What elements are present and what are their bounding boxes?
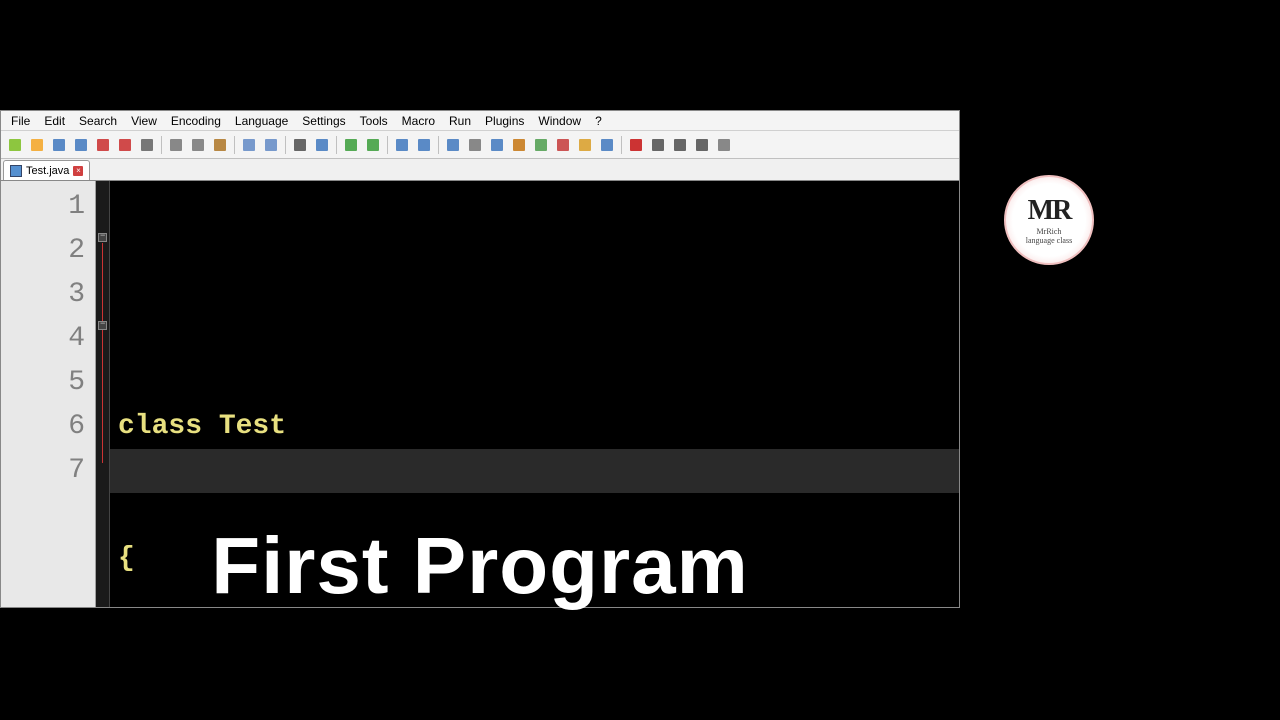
- file-icon: [10, 165, 22, 177]
- lang-icon[interactable]: [509, 135, 529, 155]
- copy-icon[interactable]: [188, 135, 208, 155]
- menubar: File Edit Search View Encoding Language …: [1, 111, 959, 131]
- play-icon[interactable]: [670, 135, 690, 155]
- save-all-icon[interactable]: [71, 135, 91, 155]
- save-macro-icon[interactable]: [714, 135, 734, 155]
- indent-guide-icon[interactable]: [487, 135, 507, 155]
- doc-map-icon[interactable]: [531, 135, 551, 155]
- menu-help[interactable]: ?: [589, 112, 608, 130]
- find-icon[interactable]: [290, 135, 310, 155]
- paste-icon[interactable]: [210, 135, 230, 155]
- new-file-icon[interactable]: [5, 135, 25, 155]
- undo-icon[interactable]: [239, 135, 259, 155]
- channel-logo: MR MrRich language class: [1004, 175, 1094, 265]
- fold-line: [102, 243, 103, 463]
- line-number: 1: [1, 185, 85, 229]
- folder-icon[interactable]: [575, 135, 595, 155]
- toolbar-separator: [387, 136, 388, 154]
- menu-plugins[interactable]: Plugins: [479, 112, 530, 130]
- menu-run[interactable]: Run: [443, 112, 477, 130]
- logo-text: MR: [1028, 195, 1071, 227]
- toolbar-separator: [161, 136, 162, 154]
- zoom-out-icon[interactable]: [363, 135, 383, 155]
- menu-language[interactable]: Language: [229, 112, 294, 130]
- line-number: 4: [1, 317, 85, 361]
- toolbar-separator: [621, 136, 622, 154]
- menu-window[interactable]: Window: [532, 112, 587, 130]
- menu-tools[interactable]: Tools: [354, 112, 394, 130]
- toolbar-separator: [234, 136, 235, 154]
- line-number: 3: [1, 273, 85, 317]
- record-icon[interactable]: [626, 135, 646, 155]
- redo-icon[interactable]: [261, 135, 281, 155]
- open-file-icon[interactable]: [27, 135, 47, 155]
- menu-macro[interactable]: Macro: [396, 112, 441, 130]
- play-multi-icon[interactable]: [692, 135, 712, 155]
- fold-toggle-icon[interactable]: [98, 321, 107, 330]
- close-icon[interactable]: [93, 135, 113, 155]
- fold-toggle-icon[interactable]: [98, 233, 107, 242]
- save-icon[interactable]: [49, 135, 69, 155]
- stop-icon[interactable]: [648, 135, 668, 155]
- line-number: 2: [1, 229, 85, 273]
- menu-file[interactable]: File: [5, 112, 36, 130]
- menu-settings[interactable]: Settings: [296, 112, 351, 130]
- menu-encoding[interactable]: Encoding: [165, 112, 227, 130]
- close-all-icon[interactable]: [115, 135, 135, 155]
- line-number: 6: [1, 405, 85, 449]
- func-list-icon[interactable]: [553, 135, 573, 155]
- toolbar: [1, 131, 959, 159]
- menu-search[interactable]: Search: [73, 112, 123, 130]
- tabbar: Test.java ×: [1, 159, 959, 181]
- toolbar-separator: [438, 136, 439, 154]
- toolbar-separator: [285, 136, 286, 154]
- menu-edit[interactable]: Edit: [38, 112, 71, 130]
- menu-view[interactable]: View: [125, 112, 163, 130]
- cut-icon[interactable]: [166, 135, 186, 155]
- line-number: 7: [1, 449, 85, 493]
- tab-close-icon[interactable]: ×: [73, 166, 83, 176]
- wordwrap-icon[interactable]: [443, 135, 463, 155]
- sync-h-icon[interactable]: [414, 135, 434, 155]
- logo-subtext: MrRich: [1037, 227, 1062, 236]
- logo-subtext: language class: [1026, 236, 1072, 245]
- monitor-icon[interactable]: [597, 135, 617, 155]
- video-title-overlay: First Program: [0, 520, 960, 612]
- code-line: class Test: [118, 405, 951, 449]
- tab-active[interactable]: Test.java ×: [3, 160, 90, 180]
- replace-icon[interactable]: [312, 135, 332, 155]
- zoom-in-icon[interactable]: [341, 135, 361, 155]
- tab-filename: Test.java: [26, 165, 69, 177]
- toolbar-separator: [336, 136, 337, 154]
- sync-v-icon[interactable]: [392, 135, 412, 155]
- line-number: 5: [1, 361, 85, 405]
- video-frame: File Edit Search View Encoding Language …: [0, 0, 1280, 720]
- print-icon[interactable]: [137, 135, 157, 155]
- allchars-icon[interactable]: [465, 135, 485, 155]
